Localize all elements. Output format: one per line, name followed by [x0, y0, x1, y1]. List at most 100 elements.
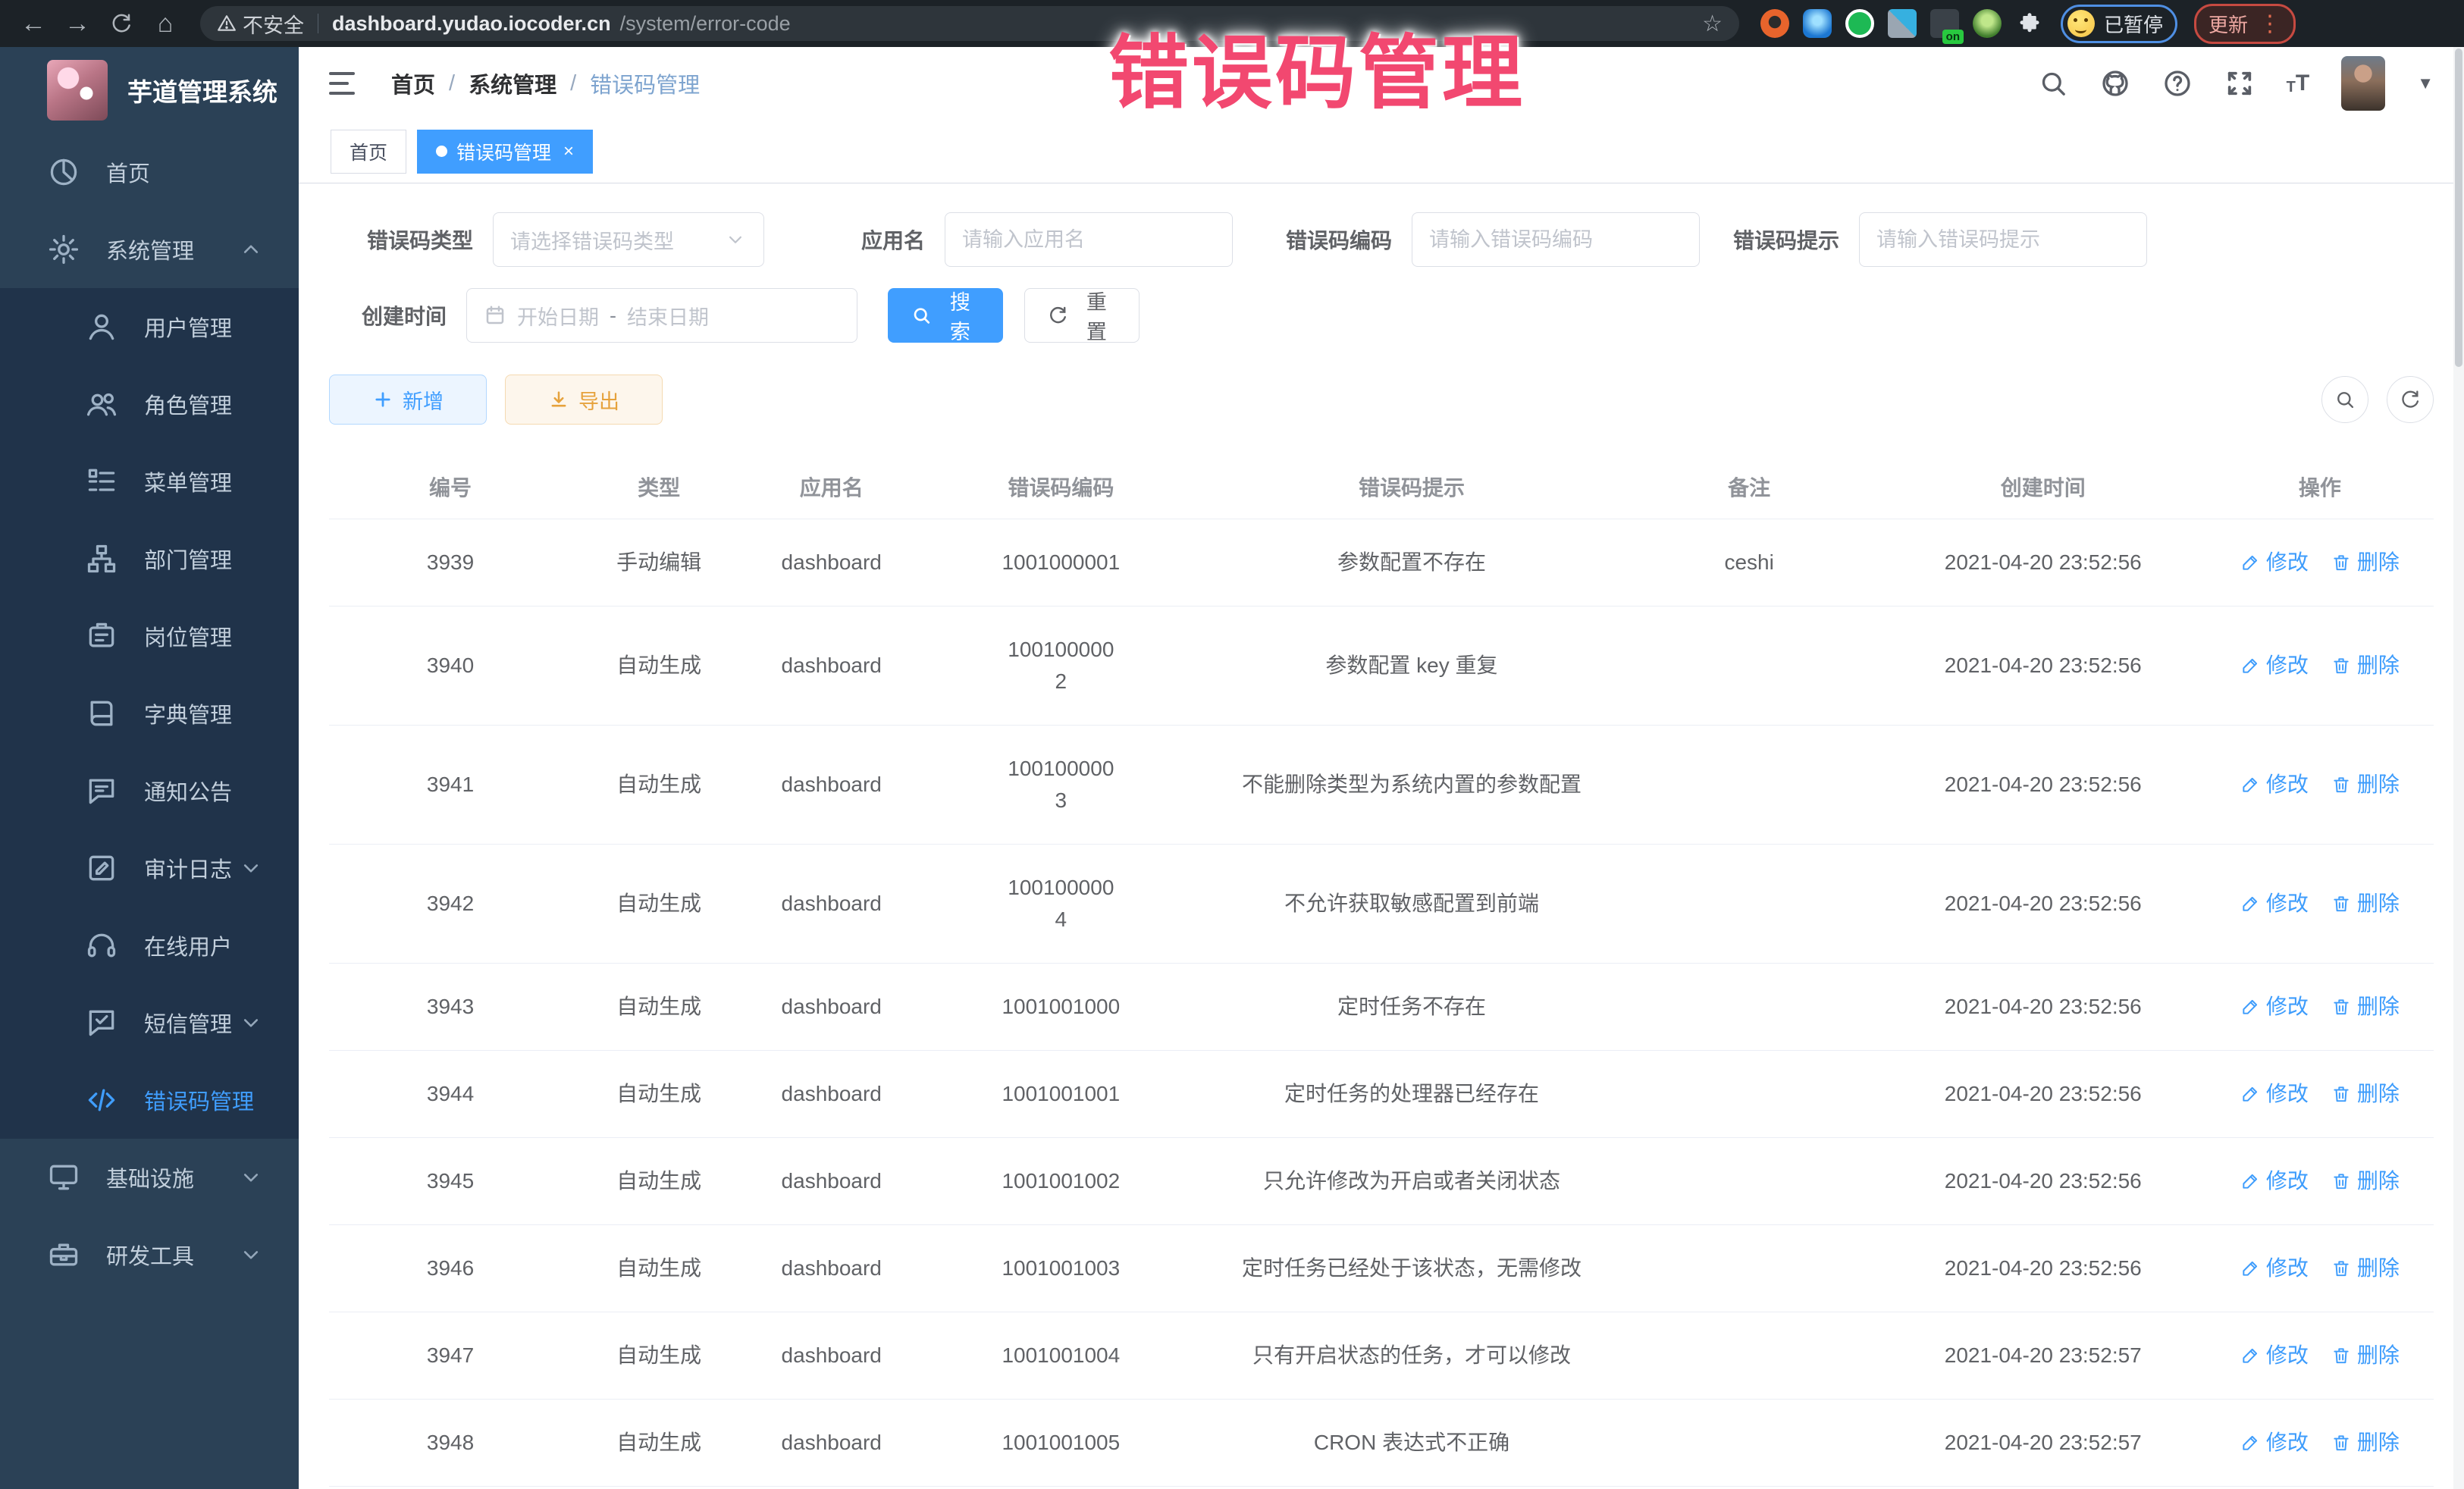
delete-row-button[interactable]: 删除	[2331, 1252, 2400, 1284]
cell-remark	[1619, 1051, 1880, 1138]
help-icon[interactable]	[2162, 68, 2193, 99]
edit-row-button[interactable]: 修改	[2240, 1340, 2309, 1371]
text-input[interactable]	[1876, 228, 2130, 252]
tab-close-icon[interactable]: ×	[563, 141, 574, 162]
export-button[interactable]: 导出	[505, 375, 663, 425]
sidebar-item-菜单管理[interactable]: 菜单管理	[0, 443, 299, 520]
reset-button[interactable]: 重置	[1024, 288, 1140, 343]
sidebar-item-字典管理[interactable]: 字典管理	[0, 675, 299, 752]
filter-select-错误码类型[interactable]: 请选择错误码类型	[493, 212, 764, 267]
breadcrumb-item-首页[interactable]: 首页	[391, 67, 435, 99]
extension-leaf-icon[interactable]	[1973, 9, 2002, 38]
sidebar-item-label: 错误码管理	[144, 1084, 254, 1116]
sidebar-item-label: 基础设施	[106, 1161, 194, 1193]
sidebar-item-系统管理[interactable]: 系统管理	[0, 211, 299, 288]
filter-input-应用名[interactable]	[945, 212, 1233, 267]
delete-row-button[interactable]: 删除	[2331, 547, 2400, 578]
edit-row-button[interactable]: 修改	[2240, 547, 2309, 578]
edit-row-button[interactable]: 修改	[2240, 888, 2309, 920]
extension-switch-icon[interactable]: on	[1930, 9, 1959, 38]
edit-row-button[interactable]: 修改	[2240, 1165, 2309, 1197]
filter-input-错误码提示[interactable]	[1859, 212, 2147, 267]
github-icon[interactable]	[2100, 68, 2130, 99]
browser-home-button[interactable]: ⌂	[146, 4, 185, 43]
extension-green-icon[interactable]	[1845, 9, 1874, 38]
breadcrumb-item-系统管理[interactable]: 系统管理	[469, 67, 556, 99]
filter-input-错误码编码[interactable]	[1412, 212, 1700, 267]
cell-code: 1001001001	[917, 1051, 1205, 1138]
content-card: 错误码类型请选择错误码类型应用名错误码编码错误码提示 创建时间 开始日期 - 结…	[299, 183, 2464, 1489]
filter-label-错误码提示: 错误码提示	[1719, 224, 1839, 255]
tab-首页[interactable]: 首页	[331, 130, 406, 174]
sidebar-item-基础设施[interactable]: 基础设施	[0, 1139, 299, 1216]
edit-icon	[2240, 1346, 2260, 1365]
sidebar-item-审计日志[interactable]: 审计日志	[0, 829, 299, 907]
user-avatar[interactable]	[2341, 56, 2385, 111]
delete-row-button[interactable]: 删除	[2331, 769, 2400, 801]
plus-icon	[372, 389, 393, 410]
extension-orange-icon[interactable]	[1760, 9, 1789, 38]
delete-row-button[interactable]: 删除	[2331, 1427, 2400, 1459]
sidebar-item-研发工具[interactable]: 研发工具	[0, 1216, 299, 1293]
date-range-picker[interactable]: 开始日期 - 结束日期	[466, 288, 857, 343]
text-input[interactable]	[1429, 228, 1682, 252]
not-secure-warning[interactable]: 不安全	[217, 9, 304, 39]
browser-menu-dots-icon[interactable]: ⋮	[2259, 16, 2281, 32]
edit-row-button[interactable]: 修改	[2240, 1252, 2309, 1284]
delete-row-button[interactable]: 删除	[2331, 1340, 2400, 1371]
cell-id: 3947	[329, 1312, 572, 1400]
sidebar-item-label: 短信管理	[144, 1007, 232, 1039]
refresh-table-button[interactable]	[2387, 376, 2434, 423]
toggle-search-button[interactable]	[2321, 376, 2368, 423]
add-button[interactable]: 新增	[329, 375, 487, 425]
edit-row-button[interactable]: 修改	[2240, 1427, 2309, 1459]
browser-forward-button[interactable]: →	[58, 4, 97, 43]
cell-actions: 修改删除	[2206, 726, 2434, 845]
cell-msg: CRON 表达式不正确	[1205, 1400, 1618, 1487]
edit-icon	[2240, 553, 2260, 572]
sidebar-item-通知公告[interactable]: 通知公告	[0, 752, 299, 829]
text-input[interactable]	[962, 228, 1215, 252]
fullscreen-icon[interactable]	[2224, 68, 2255, 99]
column-header-类型: 类型	[572, 455, 746, 519]
edit-row-button[interactable]: 修改	[2240, 769, 2309, 801]
sidebar-item-在线用户[interactable]: 在线用户	[0, 907, 299, 984]
edit-row-button[interactable]: 修改	[2240, 650, 2309, 682]
extensions-puzzle-icon[interactable]	[2015, 9, 2044, 38]
scrollbar-thumb[interactable]	[2455, 49, 2462, 367]
sidebar-item-用户管理[interactable]: 用户管理	[0, 288, 299, 365]
tab-错误码管理[interactable]: 错误码管理×	[417, 130, 593, 174]
table-row: 3946自动生成dashboard1001001003定时任务已经处于该状态，无…	[329, 1225, 2434, 1312]
cell-remark	[1619, 1225, 1880, 1312]
user-menu-caret-icon[interactable]: ▼	[2417, 74, 2434, 93]
profile-paused-badge[interactable]: 已暂停	[2061, 5, 2177, 43]
edit-row-button[interactable]: 修改	[2240, 1078, 2309, 1110]
cell-remark: ceshi	[1619, 519, 1880, 607]
sidebar-item-首页[interactable]: 首页	[0, 133, 299, 211]
font-size-icon[interactable]: TT	[2287, 72, 2310, 95]
app-logo[interactable]: 芋道管理系统	[0, 47, 299, 133]
delete-row-button[interactable]: 删除	[2331, 1165, 2400, 1197]
sidebar-item-部门管理[interactable]: 部门管理	[0, 520, 299, 597]
extension-gem-icon[interactable]	[1803, 9, 1832, 38]
delete-row-button[interactable]: 删除	[2331, 650, 2400, 682]
filter-form-row1: 错误码类型请选择错误码类型应用名错误码编码错误码提示	[329, 212, 2434, 267]
edit-row-button[interactable]: 修改	[2240, 991, 2309, 1023]
logo-avatar-image	[47, 60, 108, 121]
header-search-icon[interactable]	[2038, 68, 2068, 99]
browser-reload-button[interactable]	[102, 4, 141, 43]
delete-row-button[interactable]: 删除	[2331, 888, 2400, 920]
sidebar-item-岗位管理[interactable]: 岗位管理	[0, 597, 299, 675]
browser-back-button[interactable]: ←	[14, 4, 53, 43]
delete-row-button[interactable]: 删除	[2331, 1078, 2400, 1110]
browser-update-button[interactable]: 更新 ⋮	[2194, 4, 2296, 44]
search-button[interactable]: 搜索	[888, 288, 1003, 343]
bookmark-star-icon[interactable]: ☆	[1702, 11, 1723, 37]
sidebar-toggle-hamburger-icon[interactable]	[326, 68, 361, 99]
sidebar-item-错误码管理[interactable]: 错误码管理	[0, 1061, 299, 1139]
delete-row-button[interactable]: 删除	[2331, 991, 2400, 1023]
extension-grid-icon[interactable]	[1888, 9, 1917, 38]
table-row: 3939手动编辑dashboard1001000001参数配置不存在ceshi2…	[329, 519, 2434, 607]
sidebar-item-角色管理[interactable]: 角色管理	[0, 365, 299, 443]
sidebar-item-短信管理[interactable]: 短信管理	[0, 984, 299, 1061]
